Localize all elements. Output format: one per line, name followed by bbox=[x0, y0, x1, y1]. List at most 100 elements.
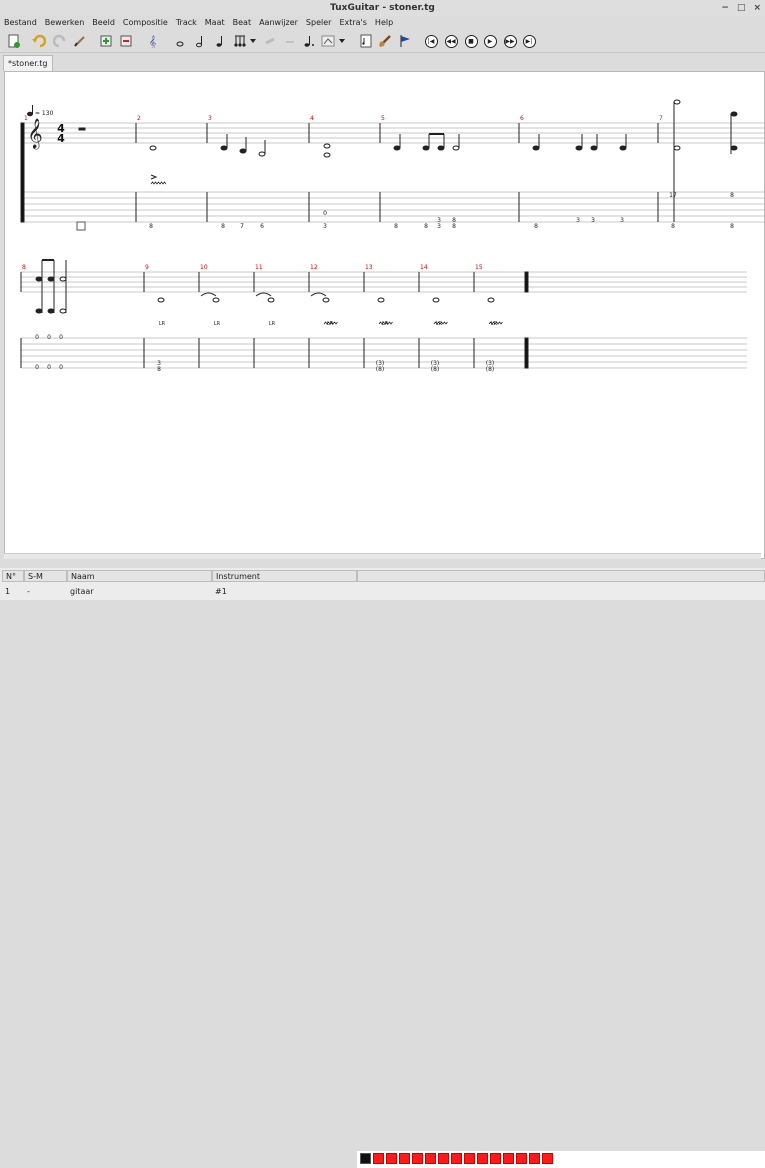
dynamics-icon[interactable] bbox=[320, 33, 336, 49]
measure-number: 4 bbox=[310, 115, 314, 122]
tab-stoner[interactable]: *stoner.tg bbox=[3, 55, 53, 71]
track-solo-mute[interactable]: - bbox=[24, 585, 67, 598]
maximize-icon[interactable]: □ bbox=[737, 0, 746, 16]
close-icon[interactable]: × bbox=[753, 0, 761, 16]
track-timeline[interactable] bbox=[357, 1151, 765, 1168]
next-measure-button[interactable]: ▶▶ bbox=[502, 33, 518, 49]
measure-number: 7 bbox=[659, 115, 663, 122]
timeline-current-cell[interactable] bbox=[360, 1153, 371, 1164]
measure-number: 6 bbox=[520, 115, 524, 122]
notehead bbox=[422, 145, 430, 151]
measure-number: 2 bbox=[137, 115, 141, 122]
header-number[interactable]: N° bbox=[2, 570, 24, 582]
timeline-measure-cell[interactable] bbox=[425, 1153, 436, 1164]
track-instrument[interactable]: #1 bbox=[212, 585, 357, 598]
notehead bbox=[487, 297, 495, 303]
undo-icon[interactable] bbox=[31, 33, 47, 49]
menu-help[interactable]: Help bbox=[371, 16, 397, 29]
tab-number: (8) bbox=[486, 366, 495, 373]
timeline-measure-cell[interactable] bbox=[529, 1153, 540, 1164]
notehead bbox=[220, 145, 228, 151]
notehead bbox=[322, 297, 330, 303]
measure-number: 5 bbox=[381, 115, 385, 122]
score-view-icon[interactable] bbox=[358, 33, 374, 49]
notehead bbox=[267, 297, 275, 303]
timeline-measure-cell[interactable] bbox=[451, 1153, 462, 1164]
marker-flag-icon[interactable] bbox=[397, 33, 413, 49]
rewind-icon: ◀◀ bbox=[446, 37, 456, 45]
notehead bbox=[432, 297, 440, 303]
tab-number: 3 bbox=[576, 217, 580, 224]
tab-number: 0 bbox=[59, 334, 63, 341]
tab-number: 8 bbox=[730, 223, 734, 230]
play-button[interactable]: ▶ bbox=[482, 33, 498, 49]
notehead bbox=[212, 297, 220, 303]
menu-bestand[interactable]: Bestand bbox=[0, 16, 41, 29]
timeline-measure-cell[interactable] bbox=[503, 1153, 514, 1164]
menu-track[interactable]: Track bbox=[172, 16, 201, 29]
minimize-icon[interactable]: − bbox=[721, 0, 729, 16]
track-name[interactable]: gitaar bbox=[67, 585, 212, 598]
timeline-measure-cell[interactable] bbox=[412, 1153, 423, 1164]
rest-icon[interactable] bbox=[262, 33, 278, 49]
menu-beat[interactable]: Beat bbox=[229, 16, 255, 29]
whole-note-icon[interactable] bbox=[172, 33, 188, 49]
tuplet-icon[interactable] bbox=[232, 33, 248, 49]
timeline-measure-cell[interactable] bbox=[438, 1153, 449, 1164]
clef-icon[interactable]: 𝄞 bbox=[145, 33, 161, 49]
menu-beeld[interactable]: Beeld bbox=[88, 16, 119, 29]
timeline-measure-cell[interactable] bbox=[516, 1153, 527, 1164]
menu-aanwijzer[interactable]: Aanwijzer bbox=[255, 16, 302, 29]
header-solo-mute[interactable]: S-M bbox=[24, 570, 67, 582]
timeline-measure-cell[interactable] bbox=[464, 1153, 475, 1164]
notehead bbox=[619, 145, 627, 151]
tab-number: 3 bbox=[591, 217, 595, 224]
timeline-measure-cell[interactable] bbox=[477, 1153, 488, 1164]
timeline-measure-cell[interactable] bbox=[399, 1153, 410, 1164]
redo-icon[interactable] bbox=[52, 33, 68, 49]
notehead bbox=[323, 143, 331, 149]
new-file-icon[interactable] bbox=[6, 33, 22, 49]
track-number[interactable]: 1 bbox=[2, 585, 24, 598]
tab-number: 17 bbox=[669, 192, 677, 199]
guitar-fretboard-icon[interactable] bbox=[377, 33, 393, 49]
tempo-value: = 130 bbox=[35, 110, 54, 117]
dropdown-arrow-icon[interactable] bbox=[337, 33, 347, 49]
remove-measure-icon[interactable] bbox=[118, 33, 134, 49]
menu-extras[interactable]: Extra's bbox=[335, 16, 370, 29]
skip-to-start-icon: |◀ bbox=[427, 37, 435, 45]
add-measure-icon[interactable] bbox=[98, 33, 114, 49]
previous-measure-button[interactable]: ◀◀ bbox=[443, 33, 459, 49]
notehead bbox=[730, 111, 738, 117]
last-measure-button[interactable]: ▶| bbox=[521, 33, 537, 49]
measure-number: 13 bbox=[365, 264, 373, 271]
menu-speler[interactable]: Speler bbox=[302, 16, 336, 29]
timeline-measure-cell[interactable] bbox=[490, 1153, 501, 1164]
header-instrument[interactable]: Instrument bbox=[212, 570, 357, 582]
notehead bbox=[532, 145, 540, 151]
score-canvas[interactable]: 𝄞 4 4 = 130 1 2 3 4 5 6 7 8 9 10 11 12 13 14 15 LR LR LR LR LR L… bbox=[4, 71, 765, 559]
menu-bewerken[interactable]: Bewerken bbox=[41, 16, 89, 29]
stop-button[interactable]: ■ bbox=[463, 33, 479, 49]
timeline-measure-cell[interactable] bbox=[373, 1153, 384, 1164]
menu-maat[interactable]: Maat bbox=[201, 16, 229, 29]
tempo-note bbox=[27, 111, 33, 117]
first-measure-button[interactable]: |◀ bbox=[423, 33, 439, 49]
half-note-icon[interactable] bbox=[192, 33, 208, 49]
header-name[interactable]: Naam bbox=[67, 570, 212, 582]
lr-label: LR bbox=[269, 321, 276, 327]
horizontal-scrollbar[interactable] bbox=[4, 553, 761, 559]
timeline-measure-cell[interactable] bbox=[542, 1153, 553, 1164]
dropdown-arrow-icon[interactable] bbox=[248, 33, 258, 49]
lr-label: LR bbox=[214, 321, 221, 327]
tie-icon[interactable] bbox=[282, 33, 298, 49]
tab-number: 0 bbox=[35, 334, 39, 341]
timeline-measure-cell[interactable] bbox=[386, 1153, 397, 1164]
pencil-icon[interactable] bbox=[72, 33, 88, 49]
quarter-note-icon[interactable] bbox=[212, 33, 228, 49]
notehead bbox=[590, 145, 598, 151]
fast-forward-icon: ▶▶ bbox=[505, 37, 515, 45]
dotted-note-icon[interactable] bbox=[300, 33, 316, 49]
menu-compositie[interactable]: Compositie bbox=[119, 16, 172, 29]
toolbar: 𝄞 |◀ ◀◀ ■ ▶ ▶▶ ▶| bbox=[0, 30, 765, 53]
